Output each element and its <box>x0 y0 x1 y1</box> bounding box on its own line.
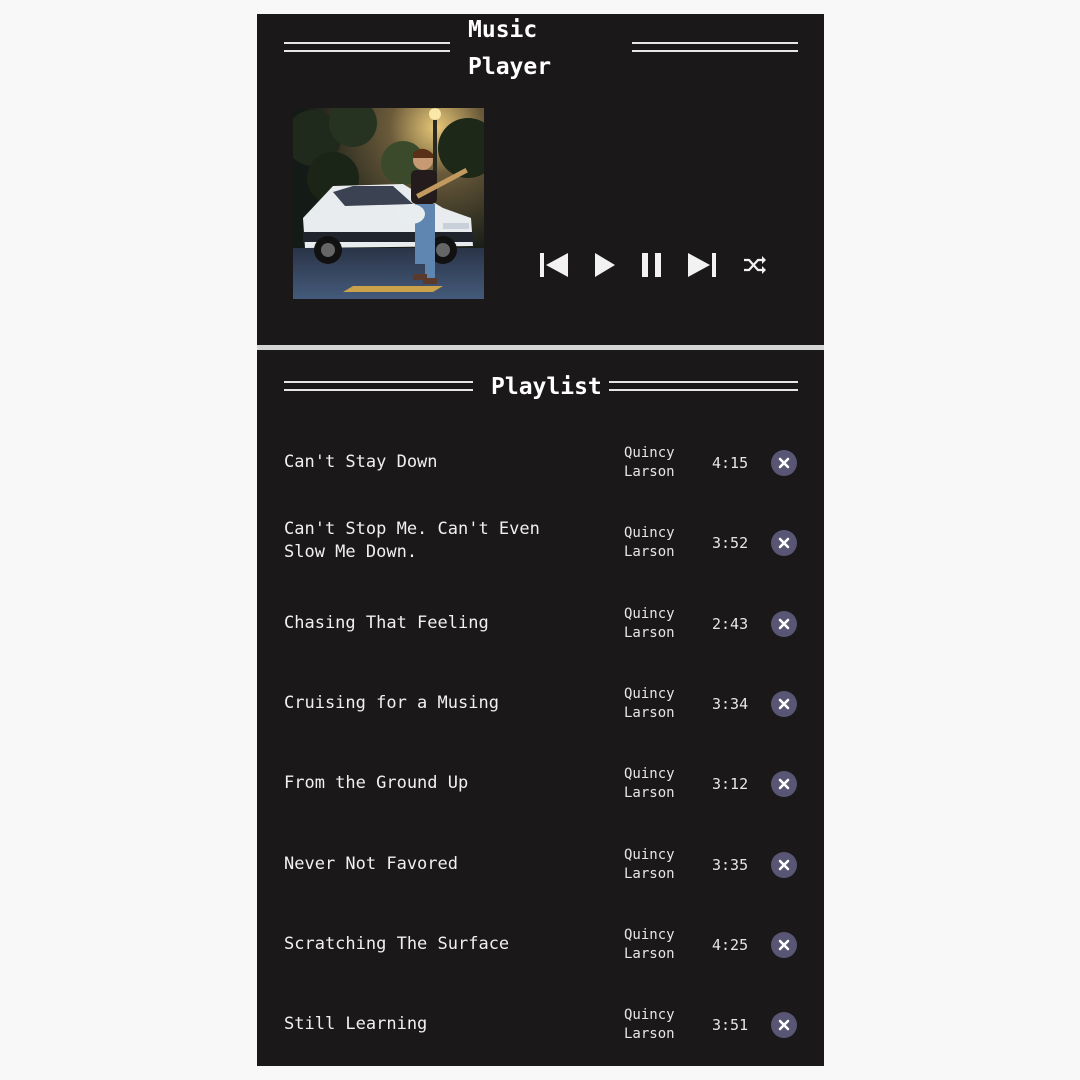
song-duration: 3:34 <box>712 694 749 713</box>
song-duration: 3:35 <box>712 855 749 874</box>
pause-button[interactable] <box>639 248 665 282</box>
song-artist-line1: Quincy <box>624 445 675 461</box>
title-rule-right <box>632 42 798 52</box>
play-button[interactable] <box>592 248 618 282</box>
page-title: Music Player <box>468 12 578 86</box>
song-artist-line1: Quincy <box>624 605 675 622</box>
song-title-line1: Still Learning <box>284 1014 428 1035</box>
playlist-item[interactable]: Can't Stop Me. Can't Even Slow Me Down. Qu… <box>257 513 824 573</box>
delete-song-button[interactable] <box>771 530 797 557</box>
song-artist: Quincy Larson <box>624 846 694 884</box>
playlist-rule-left <box>284 381 473 391</box>
playlist-item[interactable]: Cruising for a Musing Quincy Larson 3:34 <box>257 674 824 734</box>
song-artist-line2: Larson <box>624 1026 675 1043</box>
playlist-item[interactable]: Never Not Favored Quincy Larson 3:35 <box>257 835 824 895</box>
close-icon <box>778 1019 790 1031</box>
song-title-line1: From the Ground Up <box>284 773 469 794</box>
delete-song-button[interactable] <box>771 450 797 476</box>
delete-song-button[interactable] <box>771 771 797 798</box>
song-title: Scratching The Surface <box>284 933 584 956</box>
song-artist-line2: Larson <box>624 785 675 802</box>
song-artist: Quincy Larson <box>624 765 694 803</box>
song-title: Chasing That Feeling <box>284 612 584 635</box>
song-artist-line2: Larson <box>624 704 675 721</box>
song-title-line1: Never Not Favored <box>284 853 458 874</box>
song-artist-line1: Quincy <box>624 1007 675 1024</box>
delete-song-button[interactable] <box>771 690 797 717</box>
close-icon <box>778 778 790 790</box>
song-duration: 4:25 <box>712 935 749 954</box>
playlist-item[interactable]: Chasing That Feeling Quincy Larson 2:43 <box>257 594 824 654</box>
playlist-item[interactable]: Can't Stay Down Quincy Larson 4:15 <box>257 433 824 493</box>
song-title: Still Learning <box>284 1013 584 1036</box>
playlist-item[interactable]: Still Learning Quincy Larson 3:51 <box>257 995 824 1055</box>
delete-song-button[interactable] <box>771 851 797 878</box>
song-title-line1: Cruising for a Musing <box>284 692 499 713</box>
song-title-line1: Can't Stay Down <box>284 452 438 472</box>
song-artist: Quincy Larson <box>624 444 694 482</box>
delete-song-button[interactable] <box>771 610 797 637</box>
title-rule-left <box>284 42 450 52</box>
song-duration: 4:15 <box>712 454 749 472</box>
previous-button[interactable] <box>537 248 571 282</box>
song-artist: Quincy Larson <box>624 926 694 964</box>
song-title: From the Ground Up <box>284 772 584 795</box>
delete-song-button[interactable] <box>771 931 797 958</box>
song-artist-line1: Quincy <box>624 766 675 783</box>
song-duration: 3:52 <box>712 534 749 553</box>
song-title-line1: Can't Stop Me. Can't Even <box>284 519 540 540</box>
song-artist-line2: Larson <box>624 865 675 882</box>
close-icon <box>778 457 790 469</box>
close-icon <box>778 859 790 870</box>
song-artist-line1: Quincy <box>624 685 675 702</box>
page-title-line1: Music <box>468 17 538 43</box>
page-title-line2: Player <box>468 54 552 80</box>
shuffle-button[interactable] <box>741 248 769 282</box>
next-icon <box>688 253 716 277</box>
song-artist-line2: Larson <box>624 624 675 641</box>
playlist-heading: Playlist <box>491 374 602 400</box>
play-icon <box>595 253 615 277</box>
song-artist-line2: Larson <box>624 544 675 561</box>
song-artist: Quincy Larson <box>624 685 694 723</box>
song-artist: Quincy Larson <box>624 1006 694 1044</box>
playlist-item[interactable]: Scratching The Surface Quincy Larson 4:25 <box>257 915 824 975</box>
next-button[interactable] <box>685 248 719 282</box>
playlist-panel: Playlist Can't Stay Down Quincy Larson 4:15… <box>257 350 824 1066</box>
playlist-rule-right <box>609 381 798 391</box>
album-cover <box>293 108 484 299</box>
close-icon <box>778 698 790 710</box>
song-duration: 2:43 <box>712 614 749 633</box>
delete-song-button[interactable] <box>771 1012 797 1039</box>
song-artist-line1: Quincy <box>624 926 675 943</box>
previous-icon <box>540 253 568 277</box>
player-panel: Music Player <box>257 14 824 345</box>
song-title-line1: Chasing That Feeling <box>284 612 489 633</box>
song-artist-line1: Quincy <box>624 525 675 542</box>
song-artist-line2: Larson <box>624 945 675 962</box>
playlist-item[interactable]: From the Ground Up Quincy Larson 3:12 <box>257 754 824 814</box>
song-title-line1: Scratching The Surface <box>284 933 510 954</box>
song-duration: 3:12 <box>712 775 749 794</box>
song-title-line2: Slow Me Down. <box>284 542 418 563</box>
song-artist: Quincy Larson <box>624 524 694 562</box>
album-cover-art <box>293 108 484 299</box>
shuffle-icon <box>744 256 766 274</box>
close-icon <box>778 537 790 549</box>
song-artist-line2: Larson <box>624 464 675 480</box>
song-duration: 3:51 <box>712 1016 749 1035</box>
song-title: Can't Stay Down <box>284 451 584 474</box>
song-artist: Quincy Larson <box>624 605 694 643</box>
song-title: Can't Stop Me. Can't Even Slow Me Down. <box>284 518 584 564</box>
song-title: Cruising for a Musing <box>284 692 584 715</box>
song-title: Never Not Favored <box>284 853 584 876</box>
close-icon <box>778 618 790 629</box>
song-artist-line1: Quincy <box>624 846 675 863</box>
pause-icon <box>642 253 661 277</box>
close-icon <box>778 939 790 951</box>
